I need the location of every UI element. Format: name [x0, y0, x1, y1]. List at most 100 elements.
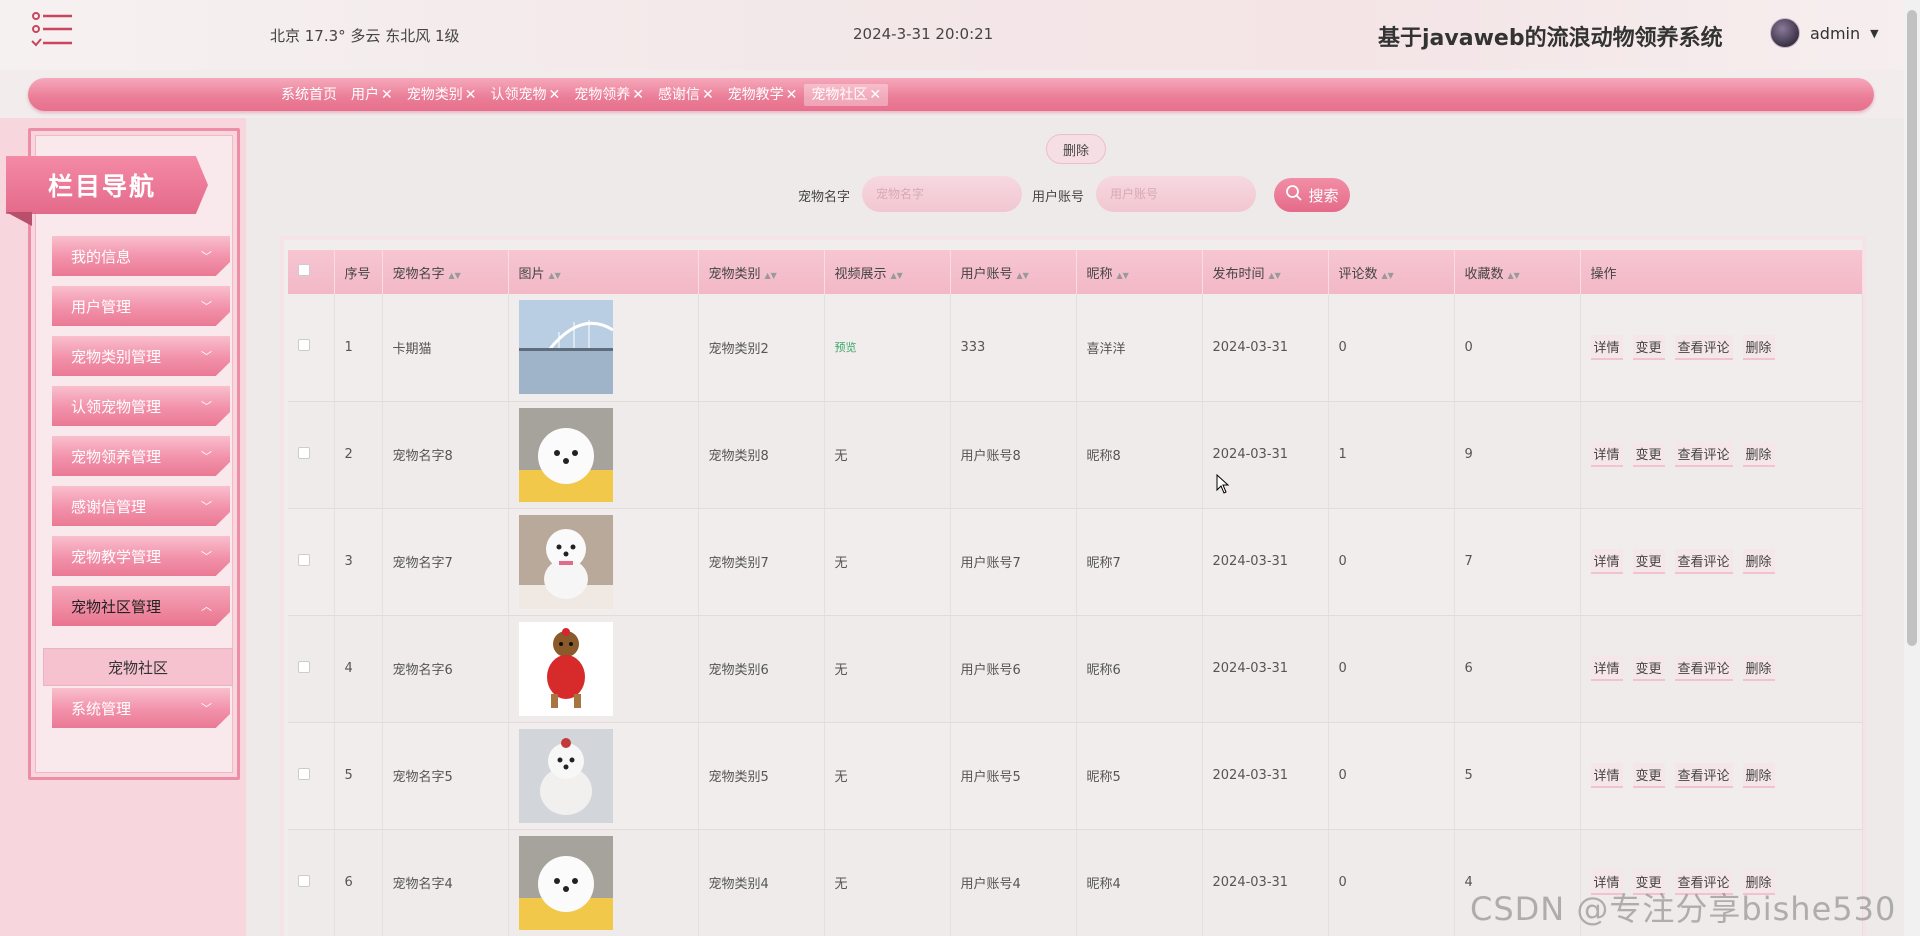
row-checkbox[interactable]	[298, 874, 310, 887]
sidebar-item-1[interactable]: 用户管理 ﹀	[52, 286, 230, 326]
tab-1[interactable]: 用户 ✕	[344, 84, 400, 106]
view-comments-button[interactable]: 查看评论	[1674, 549, 1733, 574]
tab-4[interactable]: 宠物领养 ✕	[567, 84, 651, 106]
close-icon[interactable]: ✕	[786, 87, 798, 103]
row-checkbox[interactable]	[298, 660, 310, 673]
pet-photo[interactable]	[518, 835, 698, 930]
tab-3[interactable]: 认领宠物 ✕	[483, 84, 567, 106]
edit-button[interactable]: 变更	[1632, 656, 1665, 681]
account-input[interactable]	[1096, 176, 1256, 212]
edit-button[interactable]: 变更	[1632, 763, 1665, 788]
pet-name-input[interactable]	[862, 176, 1022, 212]
close-icon[interactable]: ✕	[548, 87, 560, 103]
row-checkbox[interactable]	[298, 553, 310, 566]
detail-button[interactable]: 详情	[1590, 763, 1623, 788]
detail-button[interactable]: 详情	[1590, 442, 1623, 467]
cell-text: 2024-03-31	[1212, 768, 1289, 783]
sidebar-item-4[interactable]: 宠物领养管理 ﹀	[52, 436, 230, 476]
close-icon[interactable]: ✕	[632, 87, 644, 103]
detail-button[interactable]: 详情	[1590, 549, 1623, 574]
column-header-2[interactable]: 图片 ▲▼	[508, 250, 699, 294]
header-select-all[interactable]	[288, 250, 335, 294]
username[interactable]: admin	[1810, 24, 1860, 43]
detail-button[interactable]: 详情	[1590, 656, 1623, 681]
close-icon[interactable]: ✕	[869, 87, 881, 103]
column-header-0[interactable]: 序号	[334, 250, 383, 294]
column-header-3[interactable]: 宠物类别 ▲▼	[698, 250, 825, 294]
delete-button[interactable]: 删除	[1742, 334, 1775, 360]
sidebar-item-0[interactable]: 我的信息 ﹀	[52, 236, 230, 276]
search-button[interactable]: 搜索	[1274, 178, 1350, 212]
sidebar-item-3[interactable]: 认领宠物管理 ﹀	[52, 386, 230, 426]
cell-name: 卡期猫	[382, 294, 509, 402]
sort-icon[interactable]: ▲▼	[891, 271, 903, 280]
pet-photo[interactable]	[518, 621, 698, 716]
column-header-5[interactable]: 用户账号 ▲▼	[950, 250, 1077, 294]
tab-6[interactable]: 宠物教学 ✕	[721, 84, 805, 106]
tab-0[interactable]: 系统首页	[274, 84, 344, 106]
caret-down-icon[interactable]: ▼	[1870, 27, 1878, 40]
user-menu[interactable]: admin ▼	[1770, 18, 1879, 48]
sidebar-subitem-pet-community[interactable]: 宠物社区	[43, 648, 233, 686]
tab-7[interactable]: 宠物社区 ✕	[804, 84, 889, 106]
column-header-4[interactable]: 视频展示 ▲▼	[824, 250, 951, 294]
close-icon[interactable]: ✕	[702, 87, 714, 103]
row-select-cell[interactable]	[288, 508, 335, 616]
row-select-cell[interactable]	[288, 401, 335, 509]
sidebar-item-6[interactable]: 宠物教学管理 ﹀	[52, 536, 230, 576]
close-icon[interactable]: ✕	[381, 87, 393, 103]
menu-icon[interactable]	[30, 10, 74, 50]
tab-5[interactable]: 感谢信 ✕	[651, 84, 721, 106]
pet-photo[interactable]	[518, 728, 698, 823]
edit-button[interactable]: 变更	[1632, 334, 1665, 360]
select-all-checkbox[interactable]	[298, 264, 310, 276]
detail-button[interactable]: 详情	[1590, 334, 1623, 360]
row-select-cell[interactable]	[288, 615, 335, 723]
sort-icon[interactable]: ▲▼	[549, 271, 561, 280]
cell-text: 卡期猫	[392, 341, 432, 357]
row-checkbox[interactable]	[298, 339, 310, 352]
sort-icon[interactable]: ▲▼	[449, 271, 461, 280]
sort-icon[interactable]: ▲▼	[1269, 271, 1281, 280]
row-select-cell[interactable]	[288, 294, 335, 402]
sort-icon[interactable]: ▲▼	[1382, 271, 1394, 280]
delete-button[interactable]: 删除	[1742, 656, 1775, 681]
batch-delete-button[interactable]: 删除	[1046, 134, 1106, 164]
pet-photo[interactable]	[518, 514, 698, 609]
column-header-9[interactable]: 收藏数 ▲▼	[1454, 250, 1581, 294]
column-header-6[interactable]: 昵称 ▲▼	[1076, 250, 1203, 294]
sidebar-item-8[interactable]: 系统管理 ﹀	[52, 688, 230, 728]
pet-photo[interactable]	[518, 407, 698, 502]
video-preview[interactable]: 预览	[835, 341, 857, 354]
row-checkbox[interactable]	[298, 446, 310, 459]
view-comments-button[interactable]: 查看评论	[1674, 763, 1733, 788]
avatar[interactable]	[1770, 18, 1800, 48]
view-comments-button[interactable]: 查看评论	[1674, 656, 1733, 681]
sort-icon[interactable]: ▲▼	[1117, 271, 1129, 280]
sidebar-item-5[interactable]: 感谢信管理 ﹀	[52, 486, 230, 526]
delete-button[interactable]: 删除	[1742, 763, 1775, 788]
delete-button[interactable]: 删除	[1742, 442, 1775, 467]
cell-text: 1	[344, 339, 353, 355]
sidebar-item-7[interactable]: 宠物社区管理 ︿	[52, 586, 230, 626]
view-comments-button[interactable]: 查看评论	[1674, 442, 1733, 467]
column-header-1[interactable]: 宠物名字 ▲▼	[382, 250, 509, 294]
tab-2[interactable]: 宠物类别 ✕	[400, 84, 484, 106]
sidebar-item-2[interactable]: 宠物类别管理 ﹀	[52, 336, 230, 376]
close-icon[interactable]: ✕	[465, 87, 477, 103]
row-select-cell[interactable]	[288, 829, 335, 936]
column-header-8[interactable]: 评论数 ▲▼	[1328, 250, 1455, 294]
sort-icon[interactable]: ▲▼	[765, 271, 777, 280]
scrollbar-thumb[interactable]	[1907, 10, 1917, 646]
pet-photo[interactable]	[518, 300, 698, 395]
view-comments-button[interactable]: 查看评论	[1674, 334, 1733, 360]
sort-icon[interactable]: ▲▼	[1508, 271, 1520, 280]
delete-button[interactable]: 删除	[1742, 549, 1775, 574]
row-select-cell[interactable]	[288, 722, 335, 830]
edit-button[interactable]: 变更	[1632, 442, 1665, 467]
edit-button[interactable]: 变更	[1632, 549, 1665, 574]
column-header-7[interactable]: 发布时间 ▲▼	[1202, 250, 1329, 294]
sort-icon[interactable]: ▲▼	[1017, 271, 1029, 280]
page-scrollbar[interactable]	[1904, 0, 1920, 936]
row-checkbox[interactable]	[298, 767, 310, 780]
